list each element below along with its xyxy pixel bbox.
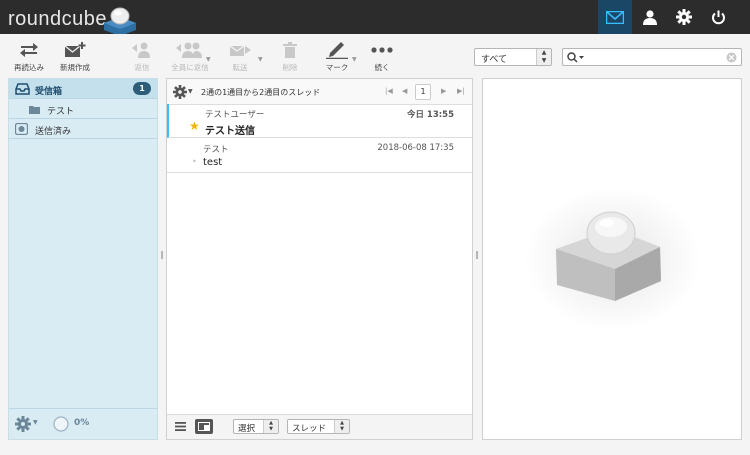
reply-all-dropdown-icon[interactable]: ▼ xyxy=(206,56,211,63)
inbox-icon xyxy=(15,83,30,95)
refresh-button[interactable]: 再読込み xyxy=(3,39,55,73)
envelope-icon xyxy=(606,10,624,24)
folder-panel: 受信箱 1 テスト 送信済み ▼ 0% xyxy=(8,78,158,440)
forward-icon xyxy=(229,45,251,56)
logo-text: roundcube xyxy=(8,8,108,30)
search-icon[interactable] xyxy=(567,52,585,63)
compose-icon xyxy=(64,42,86,57)
folder-inbox[interactable]: 受信箱 1 xyxy=(9,79,157,99)
select-arrows-icon: ▲ ▼ xyxy=(334,420,349,433)
select-label: 選択 xyxy=(238,424,256,434)
preview-toggle-button[interactable] xyxy=(195,419,213,434)
message-count: 2通の1通目から2通目のスレッド xyxy=(201,88,321,97)
unread-badge: 1 xyxy=(133,82,151,95)
ellipsis-icon xyxy=(371,47,393,53)
folder-test[interactable]: テスト xyxy=(9,99,157,119)
roundcube-watermark-logo xyxy=(525,189,701,331)
message-row[interactable]: テスト 2018-06-08 17:35 • test xyxy=(167,139,472,173)
select-arrows-icon: ▲ ▼ xyxy=(263,420,278,433)
reply-button[interactable]: 返信 xyxy=(116,39,168,73)
reply-all-icon xyxy=(176,42,202,58)
first-page-icon[interactable]: |◀ xyxy=(385,87,393,95)
power-icon xyxy=(711,10,725,24)
trash-icon xyxy=(283,42,297,58)
right-splitter[interactable]: ‖ xyxy=(475,250,479,264)
preview-pane-icon xyxy=(198,422,210,431)
more-button[interactable]: 続く xyxy=(356,39,408,73)
search-box[interactable] xyxy=(562,48,742,66)
forward-label: 転送 xyxy=(232,63,248,72)
refresh-label: 再読込み xyxy=(14,63,44,72)
refresh-icon xyxy=(20,43,38,57)
quota-text: 0% xyxy=(74,418,90,428)
message-subject: テスト送信 xyxy=(205,126,255,137)
list-footer: 選択 ▲ ▼ スレッド ▲ ▼ xyxy=(167,414,472,439)
last-page-icon[interactable]: ▶| xyxy=(457,87,465,95)
reply-icon xyxy=(132,42,150,58)
logout-nav[interactable] xyxy=(701,0,735,34)
gear-icon xyxy=(676,9,692,25)
threads-menu[interactable]: スレッド ▲ ▼ xyxy=(287,419,350,434)
person-icon xyxy=(643,9,657,25)
filter-select[interactable]: すべて ▲ ▼ xyxy=(474,48,552,66)
read-status-dot-icon[interactable]: • xyxy=(192,157,197,166)
list-options-dropdown-icon[interactable]: ▼ xyxy=(188,88,193,95)
left-splitter[interactable]: ‖ xyxy=(160,250,164,264)
compose-button[interactable]: 新規作成 xyxy=(49,39,101,73)
folder-name: 受信箱 xyxy=(35,87,63,97)
message-from: テスト xyxy=(203,145,229,155)
sent-icon xyxy=(15,123,28,135)
filter-value: すべて xyxy=(481,55,508,65)
threads-label: スレッド xyxy=(292,424,327,434)
roundcube-logo[interactable]: roundcube xyxy=(6,4,140,36)
settings-nav[interactable] xyxy=(667,0,701,34)
message-date: 今日 13:55 xyxy=(406,110,454,120)
folder-sent[interactable]: 送信済み xyxy=(9,119,157,139)
prev-page-icon[interactable]: ◀ xyxy=(402,87,407,95)
folder-icon xyxy=(29,106,40,114)
pencil-icon xyxy=(326,42,348,59)
folder-settings-dropdown-icon[interactable]: ▼ xyxy=(33,419,38,426)
list-options-gear-icon[interactable] xyxy=(173,85,187,99)
list-header: ▼ 2通の1通目から2通目のスレッド |◀ ◀ 1 ▶ ▶| xyxy=(167,79,472,105)
folder-name: テスト xyxy=(47,107,75,117)
reply-all-label: 全員に返信 xyxy=(171,63,209,72)
folder-settings-gear-icon[interactable] xyxy=(15,416,31,432)
preview-pane xyxy=(482,78,742,440)
delete-label: 削除 xyxy=(282,63,298,72)
folder-name: 送信済み xyxy=(35,127,72,137)
flag-star-icon[interactable]: ★ xyxy=(189,119,200,133)
compose-label: 新規作成 xyxy=(60,63,90,72)
message-row[interactable]: テストユーザー 今日 13:55 ★ テスト送信 xyxy=(167,104,472,138)
message-from: テストユーザー xyxy=(205,110,265,120)
select-arrows-icon: ▲ ▼ xyxy=(536,49,551,65)
clear-search-icon[interactable] xyxy=(726,52,737,63)
logo-cube-icon xyxy=(104,7,136,36)
message-list-panel: ▼ 2通の1通目から2通目のスレッド |◀ ◀ 1 ▶ ▶| テストユーザー 今… xyxy=(166,78,473,440)
select-menu[interactable]: 選択 ▲ ▼ xyxy=(233,419,279,434)
next-page-icon[interactable]: ▶ xyxy=(441,87,446,95)
page-number[interactable]: 1 xyxy=(415,84,431,100)
message-subject: test xyxy=(203,157,223,168)
quota-pie-icon xyxy=(53,416,69,432)
search-input[interactable] xyxy=(587,50,721,65)
delete-button[interactable]: 削除 xyxy=(264,39,316,73)
mail-nav[interactable] xyxy=(598,0,632,34)
forward-dropdown-icon[interactable]: ▼ xyxy=(258,56,263,63)
reply-label: 返信 xyxy=(134,63,150,72)
contacts-nav[interactable] xyxy=(633,0,667,34)
more-label: 続く xyxy=(374,63,390,72)
message-date: 2018-06-08 17:35 xyxy=(377,143,454,153)
top-bar: roundcube xyxy=(0,0,750,36)
list-menu-icon[interactable] xyxy=(175,422,186,431)
folder-footer: ▼ 0% xyxy=(9,408,157,439)
